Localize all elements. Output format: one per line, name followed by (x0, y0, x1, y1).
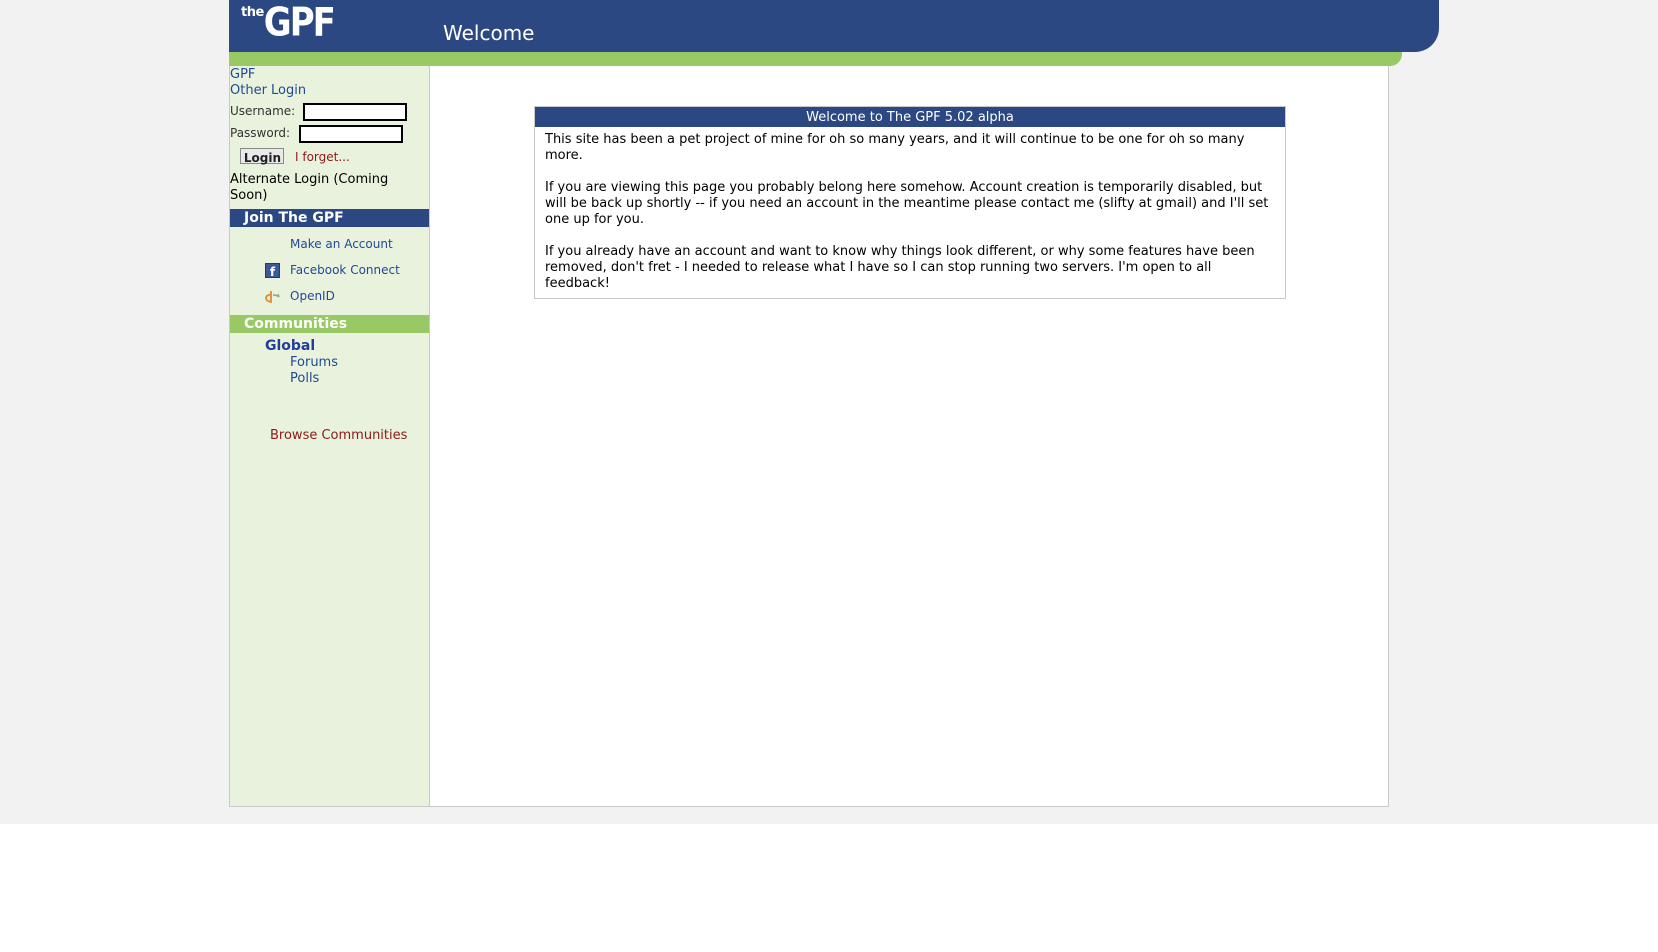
content-frame: GPF Other Login Username: Password: Logi… (229, 66, 1389, 807)
password-label: Password: (230, 126, 291, 140)
welcome-panel-title: Welcome to The GPF 5.02 alpha (535, 107, 1285, 127)
site-header: theGPF Welcome (229, 0, 1439, 52)
welcome-paragraph: If you are viewing this page you probabl… (545, 180, 1269, 227)
community-global-link[interactable]: Global (265, 338, 315, 354)
sidebar: GPF Other Login Username: Password: Logi… (230, 66, 430, 806)
gpf-logo[interactable]: theGPF (241, 0, 336, 47)
join-heading: Join The GPF (230, 209, 429, 227)
alternate-login-text: Alternate Login (Coming Soon) (230, 172, 389, 203)
login-button[interactable]: Login (240, 148, 284, 165)
community-forums-link[interactable]: Forums (290, 355, 338, 370)
facebook-icon[interactable]: f (265, 263, 280, 279)
openid-icon[interactable] (265, 289, 280, 304)
password-field[interactable] (299, 125, 403, 143)
username-field[interactable] (303, 103, 407, 121)
facebook-connect-link[interactable]: Facebook Connect (290, 263, 400, 277)
other-login-link[interactable]: Other Login (230, 83, 306, 98)
welcome-panel-body: This site has been a pet project of mine… (535, 127, 1285, 297)
username-label: Username: (230, 104, 296, 118)
gpf-link[interactable]: GPF (230, 67, 255, 82)
page-title: Welcome (443, 21, 535, 45)
forgot-password-link[interactable]: I forget... (295, 150, 350, 164)
openid-link[interactable]: OpenID (290, 289, 335, 303)
communities-heading: Communities (230, 315, 429, 333)
logo-gpf-text: GPF (263, 0, 336, 47)
welcome-panel: Welcome to The GPF 5.02 alpha This site … (534, 106, 1286, 299)
welcome-paragraph: If you already have an account and want … (545, 244, 1255, 291)
make-account-link[interactable]: Make an Account (290, 237, 393, 251)
logo-the-text: the (241, 5, 264, 20)
header-accent-bar (229, 52, 1402, 66)
browse-communities-link[interactable]: Browse Communities (270, 428, 407, 443)
welcome-paragraph: This site has been a pet project of mine… (545, 132, 1245, 163)
community-polls-link[interactable]: Polls (290, 371, 319, 386)
